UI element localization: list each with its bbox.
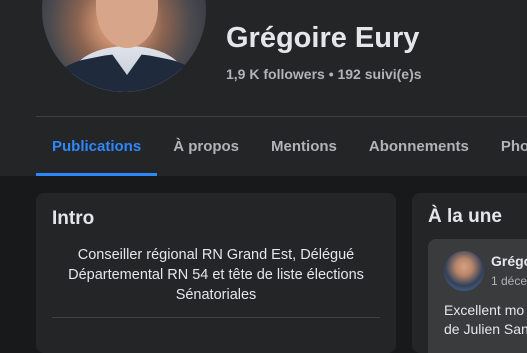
profile-avatar[interactable] [38,0,210,96]
profile-name: Grégoire Eury [226,22,420,54]
profile-stats[interactable]: 1,9 K followers • 192 suivi(e)s [226,66,422,82]
post-date[interactable]: 1 déce [491,274,527,288]
profile-header: Grégoire Eury 1,9 K followers • 192 suiv… [0,0,527,176]
post-author-avatar[interactable] [444,251,484,291]
post-text: Excellent mo de Julien San [444,301,527,339]
tab-mentions[interactable]: Mentions [255,117,353,176]
intro-divider [52,317,380,318]
tab-a-propos[interactable]: À propos [157,117,255,176]
intro-bio: Conseiller régional RN Grand Est, Délégu… [68,247,364,303]
intro-title: Intro [52,208,95,229]
avatar-face [96,0,158,48]
intro-card: Intro Conseiller régional RN Grand Est, … [36,193,396,353]
post-text-line-1: Excellent mo [444,302,525,318]
post-author-name[interactable]: Grégo [491,253,527,269]
tab-abonnements[interactable]: Abonnements [353,117,485,176]
tab-photos[interactable]: Photos [485,117,527,176]
featured-post[interactable]: Grégo 1 déce Excellent mo de Julien San [428,239,527,353]
featured-title: À la une [428,206,502,227]
profile-tabs: Publications À propos Mentions Abonnemen… [36,117,527,176]
tab-publications[interactable]: Publications [36,117,158,176]
post-text-line-2: de Julien San [444,321,527,337]
featured-card: À la une Grégo 1 déce Excellent mo de Ju… [412,193,527,353]
